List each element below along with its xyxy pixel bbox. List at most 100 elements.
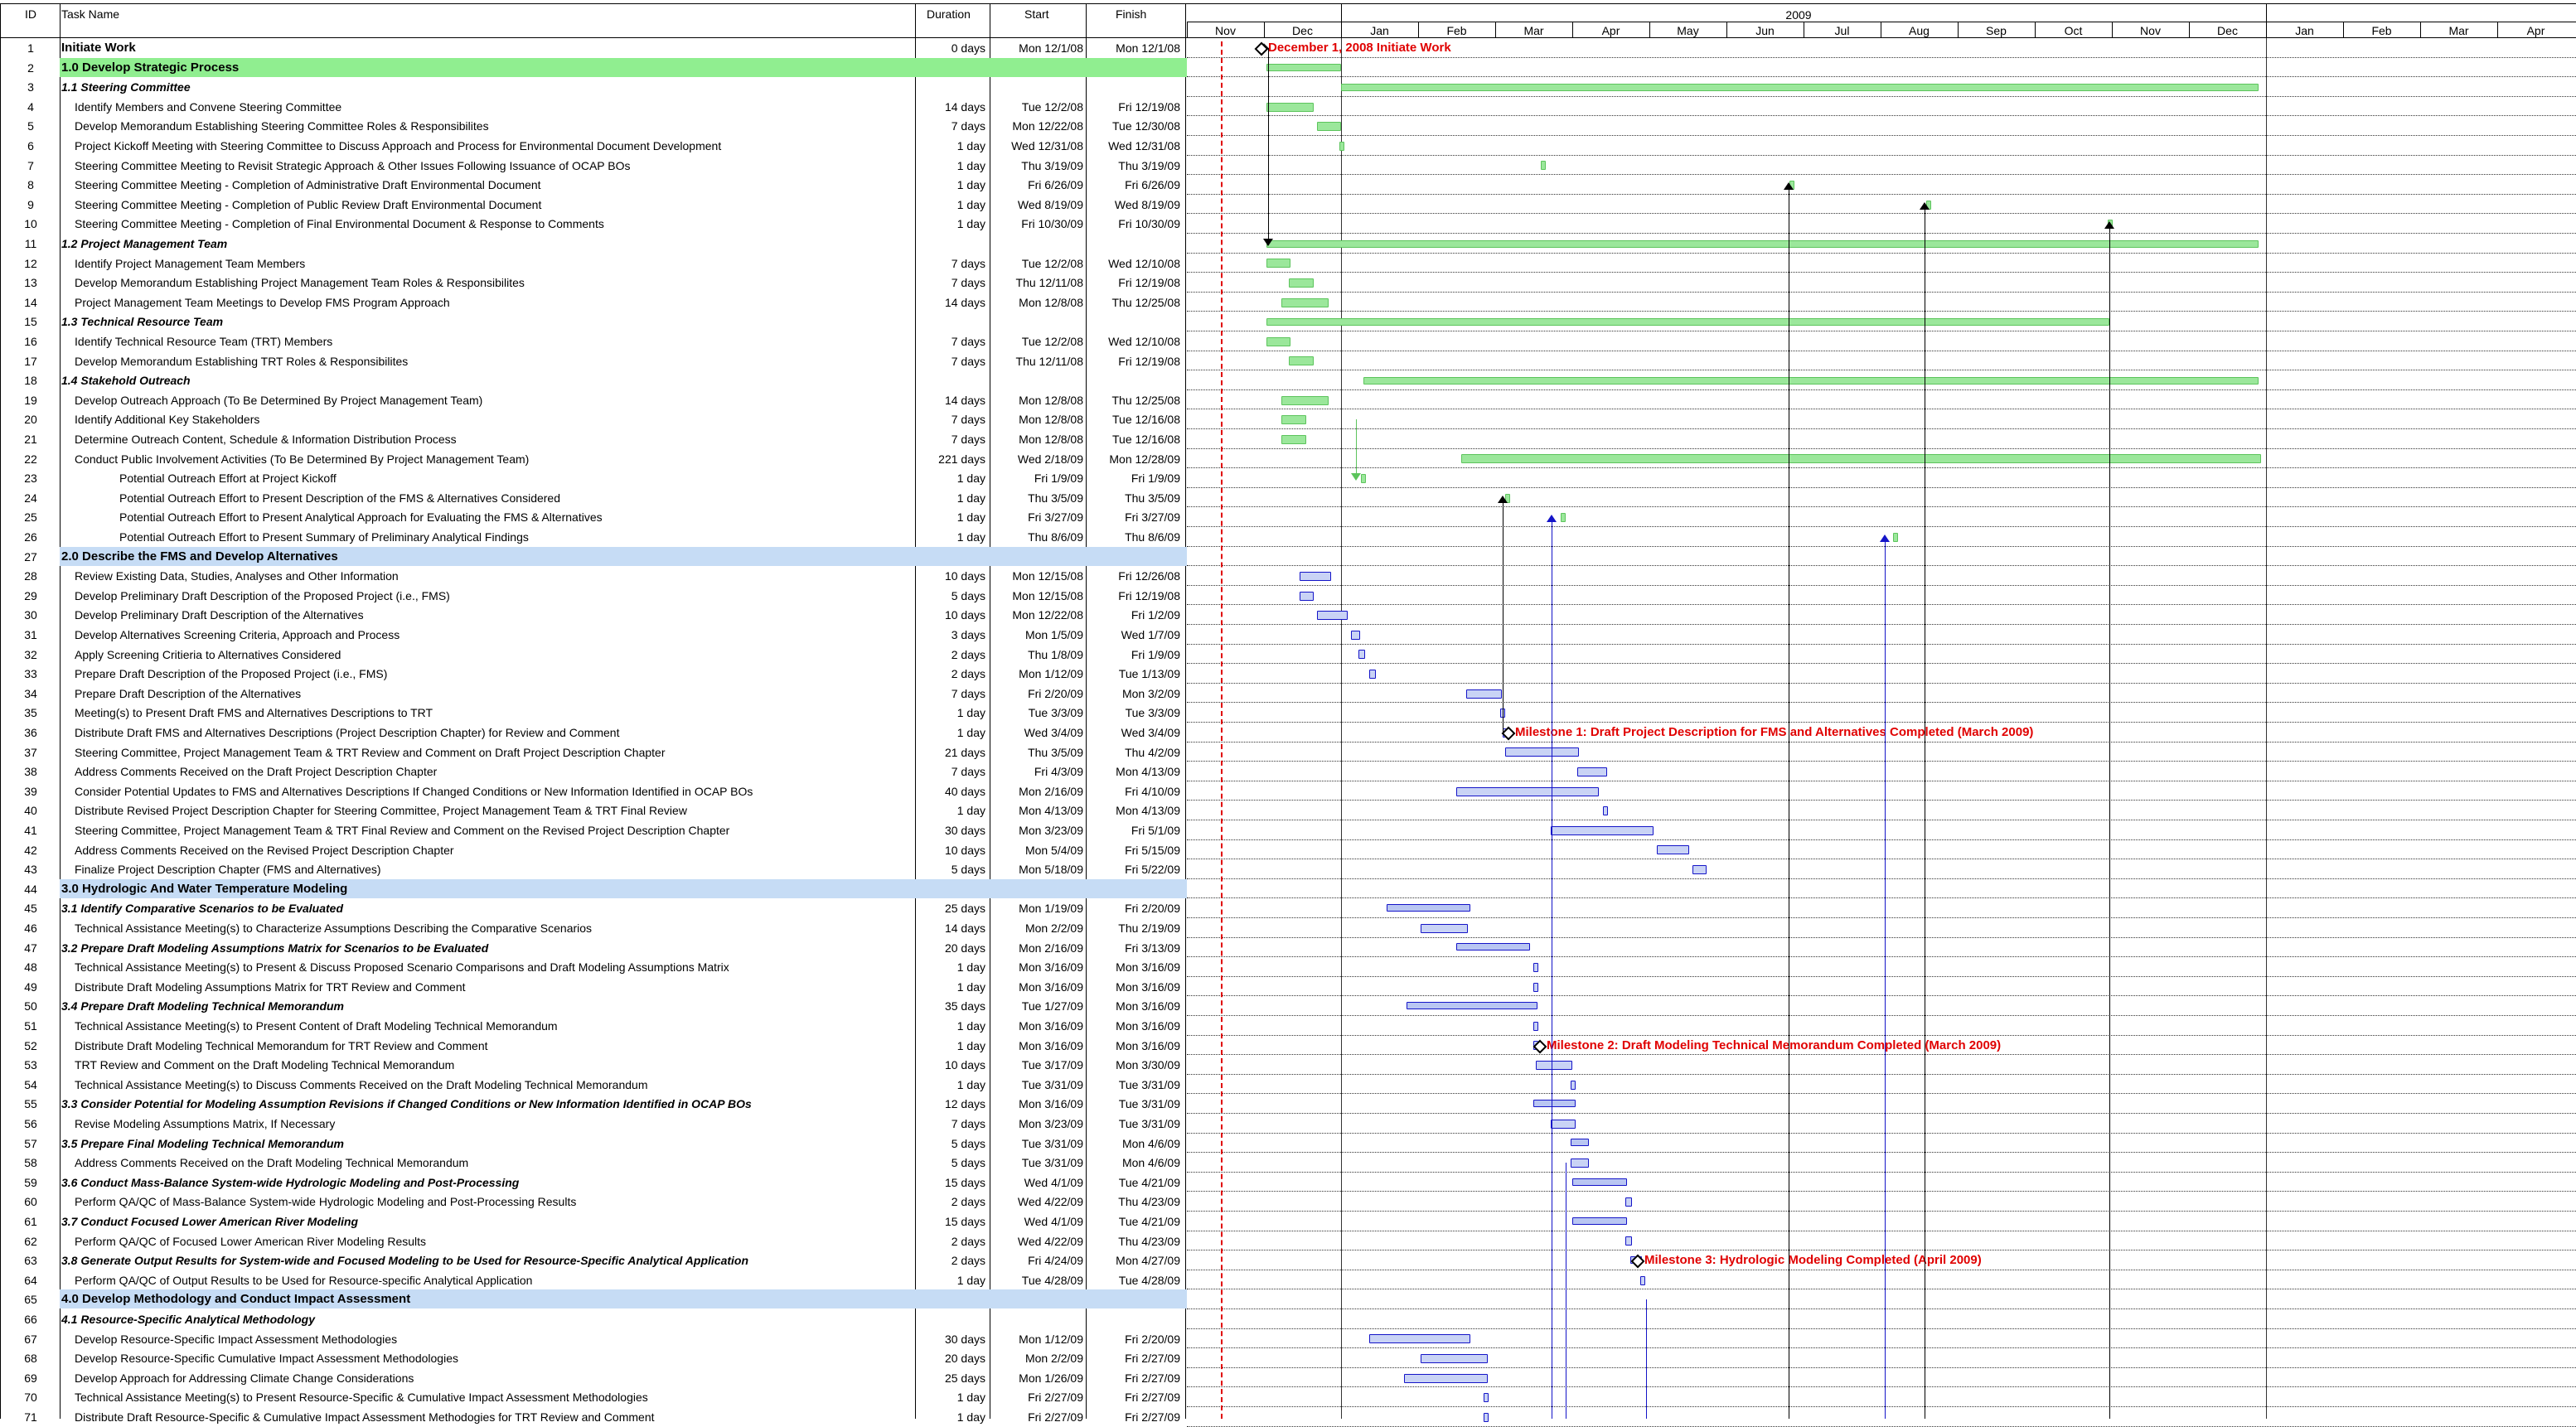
table-row[interactable]: 13 Develop Memorandum Establishing Projec… [0,273,2576,293]
table-row[interactable]: 43 Finalize Project Description Chapter (… [0,859,2576,879]
task-bar[interactable] [1421,1354,1489,1363]
table-row[interactable]: 53 TRT Review and Comment on the Draft Mo… [0,1055,2576,1075]
table-row[interactable]: 7 Steering Committee Meeting to Revisit S… [0,156,2576,176]
table-row[interactable]: 47 3.2 Prepare Draft Modeling Assumptions… [0,938,2576,958]
task-bar[interactable] [1533,1100,1576,1108]
table-row[interactable]: 37 Steering Committee, Project Management… [0,743,2576,762]
table-row[interactable]: 61 3.7 Conduct Focused Lower American Riv… [0,1212,2576,1231]
table-row[interactable]: 35 Meeting(s) to Present Draft FMS and Al… [0,703,2576,723]
task-bar[interactable] [1289,278,1314,288]
task-bar[interactable] [1407,1002,1537,1010]
table-row[interactable]: 41 Steering Committee, Project Management… [0,820,2576,840]
table-row[interactable]: 55 3.3 Consider Potential for Modeling As… [0,1094,2576,1114]
table-row[interactable]: 66 4.1 Resource-Specific Analytical Metho… [0,1309,2576,1329]
table-row[interactable]: 36 Distribute Draft FMS and Alternatives … [0,723,2576,743]
task-bar[interactable] [1266,259,1291,268]
table-row[interactable]: 56 Revise Modeling Assumptions Matrix, If… [0,1114,2576,1134]
task-bar[interactable] [1361,474,1367,483]
task-bar[interactable] [1551,825,1654,835]
table-row[interactable]: 71 Distribute Draft Resource-Specific & C… [0,1407,2576,1427]
task-bar[interactable] [1572,1217,1628,1225]
task-bar[interactable] [1571,1139,1590,1147]
task-bar[interactable] [1571,1080,1576,1090]
table-row[interactable]: 54 Technical Assistance Meeting(s) to Dis… [0,1075,2576,1095]
table-row[interactable]: 38 Address Comments Received on the Draft… [0,762,2576,781]
table-row[interactable]: 62 Perform QA/QC of Focused Lower America… [0,1231,2576,1251]
summary-bar[interactable] [1266,64,1342,72]
task-bar[interactable] [1571,1159,1590,1168]
task-bar[interactable] [1299,591,1314,601]
task-bar[interactable] [1551,1119,1576,1129]
table-row[interactable]: 6 Project Kickoff Meeting with Steering C… [0,136,2576,156]
task-bar[interactable] [1465,689,1503,699]
task-bar[interactable] [1893,532,1899,542]
task-bar[interactable] [1266,336,1291,346]
table-row[interactable]: 40 Distribute Revised Project Description… [0,801,2576,820]
col-header-id[interactable]: ID [25,8,36,20]
table-row[interactable]: 17 Develop Memorandum Establishing TRT Ro… [0,351,2576,371]
task-bar[interactable] [1281,434,1306,444]
task-bar[interactable] [1386,904,1470,912]
task-bar[interactable] [1484,1393,1489,1403]
table-row[interactable]: 46 Technical Assistance Meeting(s) to Cha… [0,918,2576,938]
table-row[interactable]: 26 Potential Outreach Effort to Present S… [0,527,2576,547]
table-row[interactable]: 30 Develop Preliminary Draft Description … [0,605,2576,625]
summary-bar[interactable] [1363,377,2259,385]
task-bar[interactable] [1533,1021,1538,1031]
task-bar[interactable] [1625,1236,1633,1246]
col-header-task-name[interactable]: Task Name [61,8,119,20]
task-bar[interactable] [1358,650,1366,660]
table-row[interactable]: 8 Steering Committee Meeting - Completion… [0,175,2576,195]
task-bar[interactable] [1266,102,1314,112]
table-row[interactable]: 9 Steering Committee Meeting - Completion… [0,195,2576,215]
table-row[interactable]: 29 Develop Preliminary Draft Description … [0,586,2576,606]
table-row[interactable]: 59 3.6 Conduct Mass-Balance System-wide H… [0,1173,2576,1192]
table-row[interactable]: 67 Develop Resource-Specific Impact Asses… [0,1329,2576,1349]
summary-bar[interactable] [1341,84,2259,91]
task-bar[interactable] [1505,747,1580,757]
task-bar[interactable] [1281,297,1329,307]
table-row[interactable]: 25 Potential Outreach Effort to Present A… [0,507,2576,527]
table-row[interactable]: 34 Prepare Draft Description of the Alter… [0,684,2576,704]
table-row[interactable]: 28 Review Existing Data, Studies, Analyse… [0,566,2576,586]
task-bar[interactable] [1339,141,1345,151]
table-row[interactable]: 39 Consider Potential Updates to FMS and … [0,781,2576,801]
table-row[interactable]: 52 Distribute Draft Modeling Technical Me… [0,1036,2576,1056]
table-row[interactable]: 27 2.0 Describe the FMS and Develop Alter… [0,546,2576,567]
task-bar[interactable] [1299,572,1332,581]
table-row[interactable]: 31 Develop Alternatives Screening Criteri… [0,625,2576,645]
task-bar[interactable] [1421,923,1468,933]
table-row[interactable]: 5 Develop Memorandum Establishing Steerin… [0,116,2576,136]
task-bar[interactable] [1368,670,1376,679]
task-bar[interactable] [1289,356,1314,366]
task-bar[interactable] [1455,786,1600,796]
table-row[interactable]: 44 3.0 Hydrologic And Water Temperature M… [0,878,2576,899]
table-row[interactable]: 68 Develop Resource-Specific Cumulative I… [0,1348,2576,1368]
table-row[interactable]: 42 Address Comments Received on the Revis… [0,840,2576,860]
task-bar[interactable] [1281,415,1306,425]
table-row[interactable]: 51 Technical Assistance Meeting(s) to Pre… [0,1016,2576,1036]
task-bar[interactable] [1535,1061,1573,1070]
task-bar[interactable] [1281,395,1329,405]
task-bar[interactable] [1533,963,1538,972]
task-bar[interactable] [1602,806,1608,816]
table-row[interactable]: 49 Distribute Draft Modeling Assumptions … [0,977,2576,997]
table-row[interactable]: 32 Apply Screening Critieria to Alternati… [0,645,2576,665]
table-row[interactable]: 10 Steering Committee Meeting - Completio… [0,214,2576,234]
col-header-finish[interactable]: Finish [1116,8,1146,20]
table-row[interactable]: 57 3.5 Prepare Final Modeling Technical M… [0,1134,2576,1154]
task-bar[interactable] [1317,122,1342,132]
table-row[interactable]: 58 Address Comments Received on the Draft… [0,1153,2576,1173]
summary-bar[interactable] [1266,318,2110,327]
table-row[interactable]: 60 Perform QA/QC of Mass-Balance System-w… [0,1192,2576,1212]
task-bar[interactable] [1455,943,1530,951]
task-bar[interactable] [1561,513,1566,523]
table-row[interactable]: 65 4.0 Develop Methodology and Conduct Im… [0,1289,2576,1309]
table-row[interactable]: 33 Prepare Draft Description of the Propo… [0,664,2576,684]
task-bar[interactable] [1404,1373,1489,1383]
table-row[interactable]: 23 Potential Outreach Effort at Project K… [0,468,2576,488]
table-row[interactable]: 45 3.1 Identify Comparative Scenarios to … [0,898,2576,918]
task-bar[interactable] [1540,161,1546,171]
task-bar[interactable] [1692,865,1707,874]
col-header-duration[interactable]: Duration [927,8,971,20]
